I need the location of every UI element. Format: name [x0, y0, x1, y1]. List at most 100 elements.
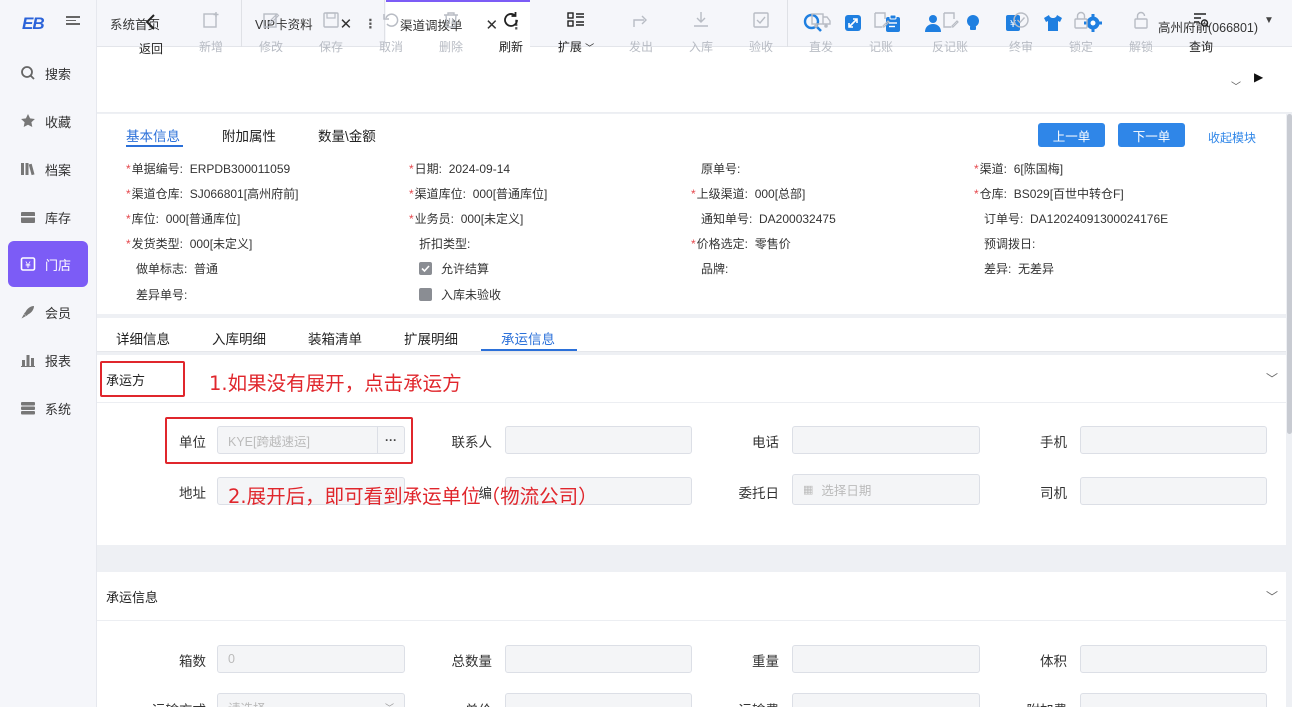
transport-select[interactable]: 请选择﹀ — [217, 693, 405, 707]
tab-stock-in-detail[interactable]: 入库明细 — [212, 328, 266, 348]
field-order-no: 订单号: DA12024091300024176E — [984, 212, 1169, 226]
chevron-down-icon[interactable]: ﹀ — [1266, 588, 1278, 605]
chevron-left-icon — [126, 10, 176, 34]
inventory-icon — [20, 209, 36, 225]
tab-basic-info[interactable]: 基本信息 — [126, 125, 180, 145]
chevron-down-icon[interactable]: ﹀ — [1266, 370, 1278, 387]
unchecked-in-checkbox[interactable]: 入库未验收 — [419, 286, 501, 303]
sidebar-item-archive[interactable]: 档案 — [8, 146, 88, 192]
total-qty-input[interactable] — [505, 645, 692, 673]
field-diff-no: 差异单号: — [136, 288, 188, 302]
mobile-label: 手机 — [1040, 435, 1067, 450]
sidebar-item-favorites[interactable]: 收藏 — [8, 98, 88, 144]
sidebar-item-report[interactable]: 报表 — [8, 337, 88, 383]
contact-input[interactable] — [505, 426, 692, 454]
sidebar-item-member[interactable]: 会员 — [8, 289, 88, 335]
mobile-input[interactable] — [1080, 426, 1267, 454]
expand-button[interactable]: 扩展 ﹀ — [546, 8, 606, 55]
sidebar-item-label: 搜索 — [45, 66, 72, 82]
menu-toggle-icon[interactable] — [66, 14, 80, 28]
list-grid-icon — [546, 8, 606, 32]
tab-packing-list[interactable]: 装箱清单 — [308, 328, 362, 348]
active-tab-indicator — [126, 145, 183, 147]
bar-chart-icon — [20, 352, 36, 368]
sidebar-item-label: 门店 — [45, 257, 72, 273]
lock-button[interactable]: 锁定 — [1056, 8, 1106, 55]
delete-button[interactable]: 删除 — [426, 8, 476, 55]
books-icon — [20, 161, 36, 177]
sidebar-item-label: 档案 — [45, 162, 72, 178]
allow-settle-checkbox[interactable]: 允许结算 — [419, 260, 489, 277]
boxes-input[interactable]: 0 — [217, 645, 405, 673]
entrust-date-input[interactable]: ▦ 选择日期 — [792, 474, 980, 505]
download-icon — [676, 8, 726, 32]
field-warehouse: *仓库: BS029[百世中转仓F] — [974, 187, 1124, 201]
surcharge-label: 附加费 — [1007, 699, 1068, 707]
unit-price-input[interactable] — [505, 693, 692, 707]
final-review-button[interactable]: 终审 — [996, 8, 1046, 55]
total-qty-label: 总数量 — [451, 654, 493, 669]
undo-icon — [366, 8, 416, 32]
field-maker-flag: 做单标志: 普通 — [136, 262, 219, 276]
sidebar-item-label: 报表 — [45, 353, 72, 369]
stock-in-button[interactable]: 入库 — [676, 8, 726, 55]
field-brand: 品牌: — [701, 262, 729, 276]
tab-carrier-info[interactable]: 承运信息 — [501, 328, 555, 348]
caret-down-icon[interactable]: ▼ — [1264, 15, 1274, 26]
send-button[interactable]: 发出 — [616, 8, 666, 55]
field-orig-no: 原单号: — [701, 162, 741, 176]
volume-input[interactable] — [1080, 645, 1267, 673]
field-channel: *渠道: 6[陈国梅] — [974, 162, 1064, 176]
sidebar-item-inventory[interactable]: 库存 — [8, 194, 88, 240]
sidebar-item-system[interactable]: 系统 — [8, 385, 88, 431]
volume-label: 体积 — [1040, 654, 1067, 669]
annotation-step2: 2.展开后，即可看到承运单位（物流公司） — [228, 485, 598, 508]
trash-icon — [426, 8, 476, 32]
unit-price-label: 单价 — [432, 699, 492, 707]
driver-input[interactable] — [1080, 477, 1267, 505]
unlock-button[interactable]: 解锁 — [1116, 8, 1166, 55]
chevron-down-icon[interactable]: ﹀ — [1231, 78, 1241, 93]
inspect-button[interactable]: 验收 — [736, 8, 786, 55]
tab-qty-amount[interactable]: 数量\金额 — [318, 125, 376, 145]
contact-label: 联系人 — [451, 435, 493, 450]
next-doc-button[interactable]: 下一单 — [1118, 123, 1185, 147]
highlight-box — [100, 361, 185, 397]
share-icon — [616, 8, 666, 32]
phone-input[interactable] — [792, 426, 980, 454]
entrust-date-label: 委托日 — [738, 486, 780, 501]
cancel-button[interactable]: 取消 — [366, 8, 416, 55]
field-location: *库位: 000[普通库位] — [126, 212, 241, 226]
sidebar-item-store[interactable]: ¥ 门店 — [8, 241, 88, 287]
post-button[interactable]: 记账 — [856, 8, 906, 55]
tab-detail-info[interactable]: 详细信息 — [116, 328, 170, 348]
driver-label: 司机 — [1040, 486, 1067, 501]
sidebar-item-label: 系统 — [45, 401, 72, 417]
boxes-label: 箱数 — [179, 654, 206, 669]
save-button[interactable]: 保存 — [306, 8, 356, 55]
field-channel-warehouse: *渠道仓库: SJ066801[高州府前] — [126, 187, 299, 201]
toolbar — [97, 47, 1292, 113]
chevron-down-icon: ﹀ — [585, 43, 595, 53]
unpost-button[interactable]: 反记账 — [920, 8, 980, 55]
weight-input[interactable] — [792, 645, 980, 673]
tab-extra-attributes[interactable]: 附加属性 — [222, 125, 276, 145]
shipping-section-header[interactable]: 承运信息 — [106, 587, 158, 606]
edit-button[interactable]: 修改 — [246, 8, 296, 55]
surcharge-input[interactable] — [1080, 693, 1267, 707]
field-diff: 差异: 无差异 — [984, 262, 1055, 276]
back-button[interactable]: 返回 — [126, 10, 176, 57]
vertical-scrollbar[interactable] — [1287, 114, 1292, 434]
collapse-module-link[interactable]: 收起模块 — [1208, 129, 1256, 146]
query-button[interactable]: 查询 — [1176, 8, 1226, 55]
refresh-button[interactable]: 刷新 — [486, 8, 536, 55]
add-button[interactable]: 新增 — [186, 8, 236, 55]
prev-doc-button[interactable]: 上一单 — [1038, 123, 1105, 147]
sidebar-item-search[interactable]: 搜索 — [8, 50, 88, 96]
freight-input[interactable] — [792, 693, 980, 707]
server-icon — [20, 400, 36, 416]
scroll-right-icon[interactable]: ▶ — [1254, 70, 1263, 84]
direct-ship-button[interactable]: 直发 — [796, 8, 846, 55]
tab-extended-detail[interactable]: 扩展明细 — [404, 328, 458, 348]
unlock-icon — [1116, 8, 1166, 32]
